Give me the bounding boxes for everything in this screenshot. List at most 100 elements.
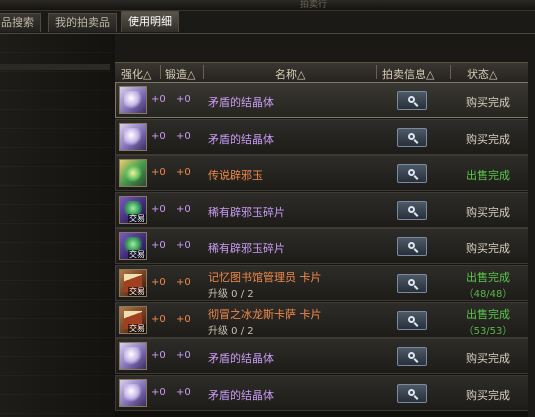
forge-value: +0: [176, 277, 191, 288]
item-name: 彻冒之冰龙斯卡萨 卡片: [208, 308, 322, 321]
header-divider: [160, 65, 161, 79]
search-icon-handle: [413, 322, 419, 327]
auction-info-button[interactable]: [397, 237, 427, 256]
header-auction-info[interactable]: 拍卖信息△: [382, 66, 434, 82]
reinforce-value: +0: [151, 131, 166, 142]
search-icon-handle: [413, 358, 419, 363]
table-header: 强化△ 锻造△ 名称△ 拍卖信息△ 状态△: [115, 62, 535, 83]
auction-info-button[interactable]: [397, 128, 427, 147]
trade-badge: 交易: [128, 287, 146, 296]
reinforce-value: +0: [151, 94, 166, 105]
forge-value: +0: [176, 387, 191, 398]
sale-count: （53/53）: [463, 326, 513, 337]
left-panel: [0, 34, 115, 417]
header-divider: [450, 65, 451, 79]
forge-value: +0: [176, 131, 191, 142]
scrollbar[interactable]: [528, 62, 535, 417]
auction-info-button[interactable]: [397, 347, 427, 366]
auction-info-button[interactable]: [397, 164, 427, 183]
jade-shard-icon[interactable]: 交易: [119, 196, 147, 224]
item-glyph: [124, 91, 142, 109]
item-name: 传说辟邪玉: [208, 169, 263, 182]
status-text: 出售完成: [466, 271, 510, 284]
status-text: 出售完成: [466, 169, 510, 182]
card-icon[interactable]: 交易: [119, 269, 147, 297]
reinforce-value: +0: [151, 204, 166, 215]
item-name: 稀有辟邪玉碎片: [208, 242, 285, 255]
table-row[interactable]: +0 +0 传说辟邪玉 出售完成: [115, 155, 535, 191]
tab-my-auctions[interactable]: 我的拍卖品: [48, 13, 117, 32]
jade-shard-icon[interactable]: 交易: [119, 232, 147, 260]
window-titlebar: 拍卖行: [0, 0, 535, 11]
reinforce-value: +0: [151, 277, 166, 288]
item-glyph: [124, 164, 142, 182]
header-forge[interactable]: 锻造△: [165, 66, 195, 82]
item-name: 矛盾的结晶体: [208, 96, 274, 109]
table-row[interactable]: 交易 +0 +0 稀有辟邪玉碎片 购买完成: [115, 228, 535, 264]
reinforce-value: +0: [151, 387, 166, 398]
auction-info-button[interactable]: [397, 384, 427, 403]
card-icon[interactable]: 交易: [119, 306, 147, 334]
status-text: 购买完成: [466, 133, 510, 146]
header-reinforce[interactable]: 强化△: [121, 66, 151, 82]
auction-info-button[interactable]: [397, 201, 427, 220]
upgrade-level: 升级 0 / 2: [208, 326, 254, 337]
auction-info-button[interactable]: [397, 274, 427, 293]
search-icon-handle: [413, 285, 419, 290]
item-name: 矛盾的结晶体: [208, 389, 274, 402]
crystal-icon[interactable]: [119, 342, 147, 370]
table-row[interactable]: +0 +0 矛盾的结晶体 购买完成: [115, 82, 535, 118]
header-divider: [203, 65, 204, 79]
status-text: 购买完成: [466, 242, 510, 255]
auction-info-button[interactable]: [397, 311, 427, 330]
forge-value: +0: [176, 204, 191, 215]
status-text: 购买完成: [466, 206, 510, 219]
reinforce-value: +0: [151, 314, 166, 325]
table-row[interactable]: 交易 +0 +0 稀有辟邪玉碎片 购买完成: [115, 192, 535, 228]
trade-badge: 交易: [128, 324, 146, 333]
trade-badge: 交易: [128, 250, 146, 259]
crystal-icon[interactable]: [119, 86, 147, 114]
table-row[interactable]: +0 +0 矛盾的结晶体 购买完成: [115, 119, 535, 155]
search-icon-handle: [413, 248, 419, 253]
table-row[interactable]: 交易 +0 +0 记忆图书馆管理员 卡片 升级 0 / 2 出售完成 （48/48）: [115, 265, 535, 301]
tab-usage-details[interactable]: 使用明细: [121, 11, 179, 32]
table-row[interactable]: 交易 +0 +0 彻冒之冰龙斯卡萨 卡片 升级 0 / 2 出售完成 （53/53）: [115, 302, 535, 338]
window-title: 拍卖行: [300, 0, 328, 10]
item-glyph: [124, 384, 142, 402]
status-text: 购买完成: [466, 352, 510, 365]
reinforce-value: +0: [151, 240, 166, 251]
header-divider: [376, 65, 377, 79]
search-icon-handle: [413, 102, 419, 107]
status-text: 出售完成: [466, 308, 510, 321]
search-icon-handle: [413, 395, 419, 400]
forge-value: +0: [176, 94, 191, 105]
search-icon-handle: [413, 212, 419, 217]
sale-count: （48/48）: [463, 289, 513, 300]
status-text: 购买完成: [466, 389, 510, 402]
forge-value: +0: [176, 240, 191, 251]
item-name: 记忆图书馆管理员 卡片: [208, 271, 322, 284]
header-status[interactable]: 状态△: [467, 66, 497, 82]
table-row[interactable]: +0 +0 矛盾的结晶体 购买完成: [115, 375, 535, 411]
item-glyph: [124, 347, 142, 365]
tab-bar: 品搜索 我的拍卖品 使用明细: [0, 11, 535, 33]
crystal-icon[interactable]: [119, 379, 147, 407]
forge-value: +0: [176, 167, 191, 178]
item-name: 矛盾的结晶体: [208, 133, 274, 146]
jade-icon[interactable]: [119, 159, 147, 187]
forge-value: +0: [176, 314, 191, 325]
reinforce-value: +0: [151, 350, 166, 361]
forge-value: +0: [176, 350, 191, 361]
upgrade-level: 升级 0 / 2: [208, 289, 254, 300]
header-name[interactable]: 名称△: [275, 66, 305, 82]
item-name: 矛盾的结晶体: [208, 352, 274, 365]
tab-item-search[interactable]: 品搜索: [0, 13, 41, 32]
item-glyph: [124, 128, 142, 146]
crystal-icon[interactable]: [119, 123, 147, 151]
search-icon-handle: [413, 175, 419, 180]
table-row[interactable]: +0 +0 矛盾的结晶体 购买完成: [115, 338, 535, 374]
trade-badge: 交易: [128, 214, 146, 223]
auction-info-button[interactable]: [397, 91, 427, 110]
left-panel-strip: [0, 64, 110, 70]
